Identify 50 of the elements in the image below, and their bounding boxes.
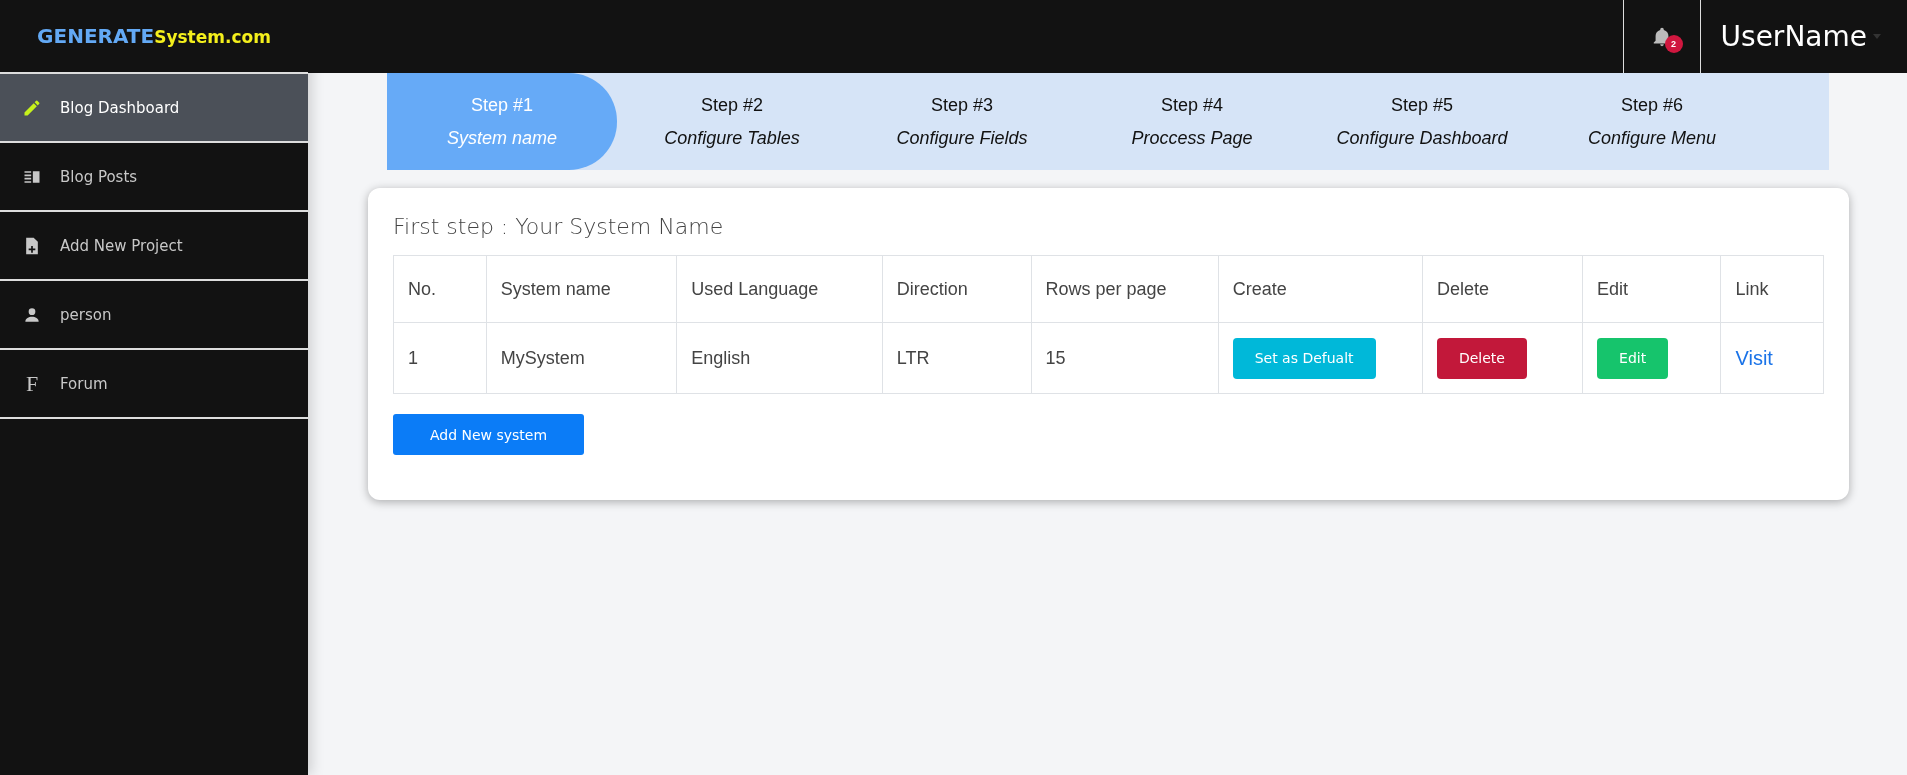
column-header: Edit — [1582, 255, 1721, 323]
sidebar-label: Blog Dashboard — [60, 98, 180, 117]
step-number: Step #3 — [930, 94, 994, 116]
step-number: Step #6 — [1620, 94, 1684, 116]
step-label: Configure Tables — [664, 127, 800, 149]
sidebar-label: person — [60, 305, 112, 324]
logo-text: GENERATESystem.com — [37, 24, 271, 48]
sidebar-item[interactable]: person — [0, 281, 308, 350]
table-cell: 15 — [1031, 322, 1219, 394]
table-cell: MySystem — [486, 322, 677, 394]
step-number: Step #5 — [1390, 94, 1454, 116]
notification-badge: 2 — [1664, 34, 1683, 53]
step-tab[interactable]: Step #5 Configure Dashboard — [1307, 73, 1537, 170]
card-title: First step : Your System Name — [393, 214, 725, 239]
sidebar-item[interactable]: Add New Project — [0, 212, 308, 281]
add-system-button[interactable]: Add New system — [393, 414, 584, 455]
table-cell: 1 — [393, 322, 487, 394]
table-cell: LTR — [882, 322, 1032, 394]
visit-link[interactable]: Visit — [1735, 346, 1773, 369]
sidebar-label: Add New Project — [60, 236, 183, 255]
step-tab[interactable]: Step #2 Configure Tables — [617, 73, 847, 170]
column-header: No. — [393, 255, 487, 323]
step-number: Step #4 — [1160, 94, 1224, 116]
sidebar-item[interactable]: F Forum — [0, 350, 308, 419]
letter-icon: F — [22, 370, 42, 397]
column-header: Rows per page — [1031, 255, 1219, 323]
step-label: Configure Fields — [896, 127, 1028, 149]
step-label: Proccess Page — [1131, 127, 1253, 149]
column-header: Delete — [1422, 255, 1583, 323]
user-name[interactable]: UserName — [1720, 20, 1867, 53]
step-number: Step #2 — [700, 94, 764, 116]
step-label: Configure Menu — [1587, 127, 1717, 149]
column-header: Link — [1720, 255, 1824, 323]
step-number: Step #1 — [470, 94, 534, 116]
table-cell: English — [676, 322, 883, 394]
column-header: Direction — [882, 255, 1032, 323]
column-header: Used Language — [676, 255, 883, 323]
sidebar-label: Forum — [60, 374, 108, 393]
step-tab[interactable]: Step #4 Proccess Page — [1077, 73, 1307, 170]
column-header: Create — [1218, 255, 1423, 323]
step-tab[interactable]: Step #6 Configure Menu — [1537, 73, 1767, 170]
sidebar-item[interactable]: Blog Posts — [0, 143, 308, 212]
step-label: System name — [446, 127, 557, 149]
action-button[interactable]: Delete — [1436, 337, 1527, 379]
sidebar-label: Blog Posts — [60, 167, 138, 186]
sidebar-item[interactable]: Blog Dashboard — [0, 74, 308, 143]
step-tab[interactable]: Step #3 Configure Fields — [847, 73, 1077, 170]
pencil-icon — [22, 97, 42, 118]
column-header: System name — [486, 255, 677, 323]
step-label: Configure Dashboard — [1336, 127, 1508, 149]
